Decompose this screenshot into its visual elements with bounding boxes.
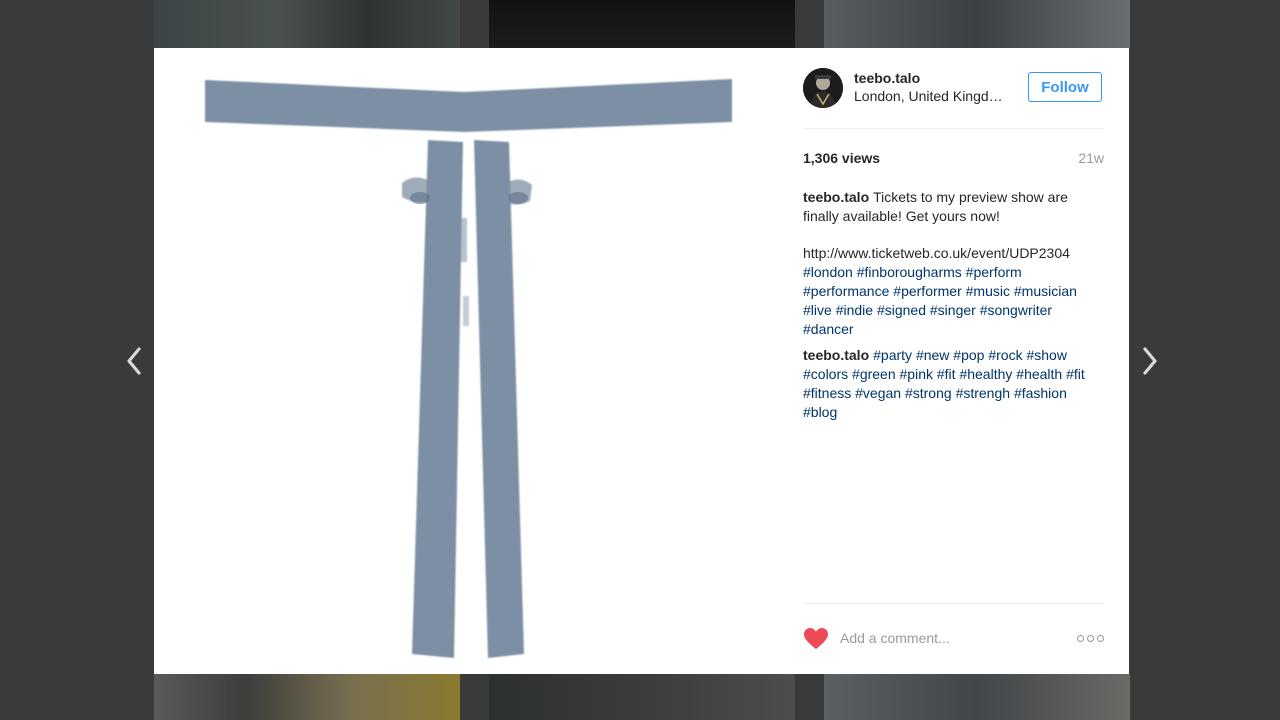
hashtag-link[interactable]: #strengh [956, 385, 1010, 401]
hashtag-link[interactable]: #strong [905, 385, 952, 401]
hashtag-link[interactable]: #finborougharms [857, 264, 962, 280]
comment-input[interactable] [840, 627, 1060, 649]
hashtag-link[interactable]: #colors [803, 366, 848, 382]
post-modal: teebo.talo London, United Kingdom Follow… [154, 48, 1129, 674]
hashtag-link[interactable]: #london [803, 264, 853, 280]
dot [1077, 634, 1084, 642]
dot [1097, 634, 1104, 642]
hashtag-link[interactable]: #singer [930, 302, 976, 318]
post-age[interactable]: 21w [1078, 150, 1104, 166]
hashtag-link[interactable]: #blog [803, 404, 837, 420]
hashtag-link[interactable]: #vegan [855, 385, 901, 401]
comment-author[interactable]: teebo.talo [803, 189, 869, 205]
view-count: 1,306 views [803, 150, 881, 166]
more-options-icon[interactable] [1077, 633, 1104, 643]
background-thumbnail [489, 674, 795, 720]
follow-button[interactable]: Follow [1028, 72, 1102, 102]
hashtag-link[interactable]: #fit [1066, 366, 1085, 382]
background-thumbnail [154, 0, 460, 48]
next-post-button[interactable] [1135, 346, 1165, 376]
post-image [154, 48, 782, 674]
hashtag-link[interactable]: #perform [966, 264, 1022, 280]
hashtag-link[interactable]: #live [803, 302, 832, 318]
list-item-comment: teebo.talo #party #new #pop #rock #show #… [803, 346, 1104, 422]
hashtag-link[interactable]: #healthy [959, 366, 1012, 382]
comment-list: teebo.talo Tickets to my preview show are… [803, 188, 1104, 429]
heart-icon[interactable] [803, 627, 829, 651]
hashtag-link[interactable]: #new [916, 347, 949, 363]
hashtag-link[interactable]: #songwriter [980, 302, 1052, 318]
avatar-image [803, 68, 843, 108]
background-thumbnail [824, 0, 1130, 48]
dot [1087, 634, 1094, 642]
location-link[interactable]: London, United Kingdom [854, 87, 1006, 106]
caption-comment: teebo.talo Tickets to my preview show are… [803, 188, 1104, 339]
post-sidebar: teebo.talo London, United Kingdom Follow… [803, 48, 1104, 674]
post-header: teebo.talo London, United Kingdom Follow [803, 68, 1104, 110]
divider [803, 603, 1104, 604]
hashtag-link[interactable]: #fashion [1014, 385, 1067, 401]
hashtag-link[interactable]: #performance [803, 283, 889, 299]
hashtag-link[interactable]: #performer [893, 283, 961, 299]
hashtag-link[interactable]: #fitness [803, 385, 851, 401]
username-link[interactable]: teebo.talo [854, 69, 1014, 87]
hashtag-link[interactable]: #pop [953, 347, 984, 363]
hashtag-link[interactable]: #dancer [803, 321, 854, 337]
background-thumbnail [489, 0, 795, 48]
chevron-right-icon [1143, 347, 1157, 375]
background-thumbnail [154, 674, 460, 720]
hashtag-link[interactable]: #musician [1014, 283, 1077, 299]
post-stats: 1,306 views 21w [803, 150, 1104, 170]
avatar[interactable] [803, 68, 843, 108]
hashtag-link[interactable]: #pink [900, 366, 933, 382]
hashtag-link[interactable]: #signed [877, 302, 926, 318]
hashtag-link[interactable]: #green [852, 366, 896, 382]
user-info: teebo.talo London, United Kingdom [854, 69, 1014, 106]
post-actions [803, 625, 1104, 651]
previous-post-button[interactable] [119, 346, 149, 376]
comment-author[interactable]: teebo.talo [803, 347, 869, 363]
hashtag-link[interactable]: #music [966, 283, 1010, 299]
chevron-left-icon [127, 347, 141, 375]
hashtag-link[interactable]: #fit [937, 366, 956, 382]
hashtag-link[interactable]: #indie [836, 302, 873, 318]
caption-hashtags: #london #finborougharms #perform #perfor… [803, 264, 1077, 337]
hashtag-link[interactable]: #party [873, 347, 912, 363]
background-thumbnail [824, 674, 1130, 720]
event-url: http://www.ticketweb.co.uk/event/UDP2304 [803, 245, 1070, 261]
hashtag-link[interactable]: #show [1026, 347, 1066, 363]
divider [803, 128, 1104, 129]
post-image-graphic [205, 79, 732, 658]
hashtag-link[interactable]: #health [1016, 366, 1062, 382]
hashtag-link[interactable]: #rock [988, 347, 1022, 363]
